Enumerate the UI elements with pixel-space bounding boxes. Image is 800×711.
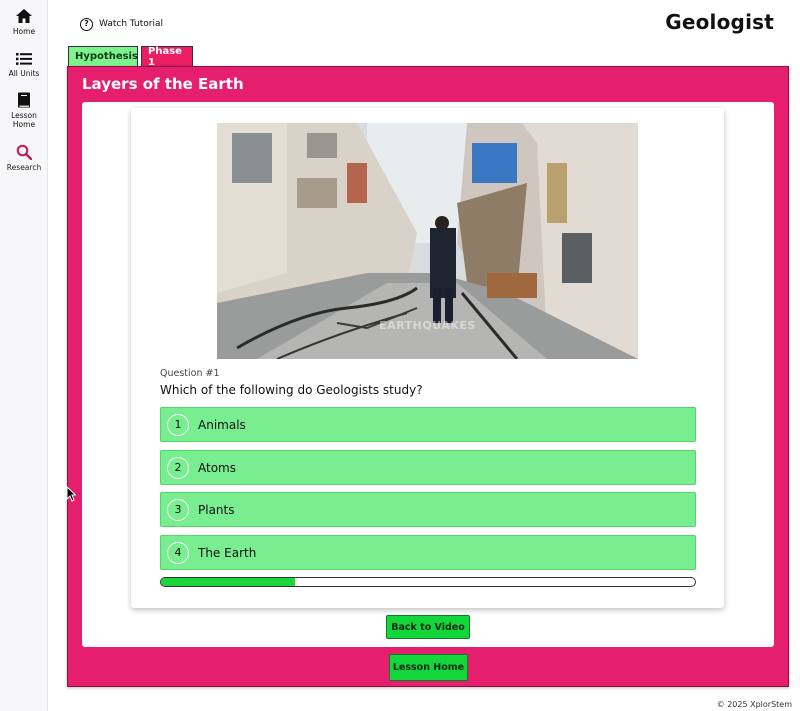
- progress-fill: [161, 578, 295, 586]
- back-to-video-button[interactable]: Back to Video: [386, 615, 470, 639]
- answer-label: Animals: [198, 417, 246, 432]
- list-icon: [16, 53, 32, 65]
- sidebar-item-lesson-home[interactable]: Lesson Home: [0, 92, 48, 129]
- sidebar-item-research[interactable]: Research: [0, 144, 48, 172]
- tab-hypothesis[interactable]: Hypothesis: [68, 46, 138, 66]
- sidebar-item-label: Research: [6, 163, 42, 172]
- watch-tutorial-label: Watch Tutorial: [99, 19, 163, 29]
- help-icon: ?: [80, 17, 93, 31]
- search-icon: [16, 144, 32, 160]
- earthquake-image: EARTHQUAKES: [217, 123, 638, 359]
- answer-number-badge: 3: [167, 498, 189, 521]
- image-watermark: EARTHQUAKES: [379, 319, 476, 332]
- question-number: Question #1: [160, 368, 220, 379]
- app-title: Geologist: [665, 10, 774, 34]
- watch-tutorial-link[interactable]: ? Watch Tutorial: [80, 16, 163, 32]
- quiz-progress-bar: [160, 577, 696, 587]
- home-icon: [16, 9, 32, 23]
- answer-label: Plants: [198, 502, 235, 517]
- sidebar-item-all-units[interactable]: All Units: [0, 52, 48, 78]
- answer-option-1[interactable]: 1 Animals: [160, 407, 696, 442]
- question-text: Which of the following do Geologists stu…: [160, 383, 423, 397]
- answer-option-2[interactable]: 2 Atoms: [160, 450, 696, 485]
- lesson-home-button[interactable]: Lesson Home: [389, 654, 468, 681]
- answer-label: Atoms: [198, 460, 236, 475]
- answer-option-3[interactable]: 3 Plants: [160, 492, 696, 527]
- answer-number-badge: 1: [167, 413, 189, 436]
- answer-option-4[interactable]: 4 The Earth: [160, 535, 696, 570]
- sidebar-item-label: Home: [12, 27, 36, 36]
- page-title: Layers of the Earth: [82, 75, 244, 93]
- book-icon: [18, 92, 30, 108]
- sidebar-item-label: All Units: [8, 69, 40, 78]
- mouse-cursor-icon: [66, 486, 76, 502]
- tab-phase-1[interactable]: Phase 1: [141, 46, 193, 68]
- copyright: © 2025 XplorStem: [716, 700, 792, 709]
- answer-number-badge: 2: [167, 456, 189, 479]
- answer-label: The Earth: [198, 545, 257, 560]
- sidebar-item-home[interactable]: Home: [0, 8, 48, 36]
- answer-number-badge: 4: [167, 541, 189, 564]
- sidebar-item-label: Lesson Home: [11, 111, 37, 129]
- sidebar: Home All Units Lesson Home Research: [0, 0, 48, 711]
